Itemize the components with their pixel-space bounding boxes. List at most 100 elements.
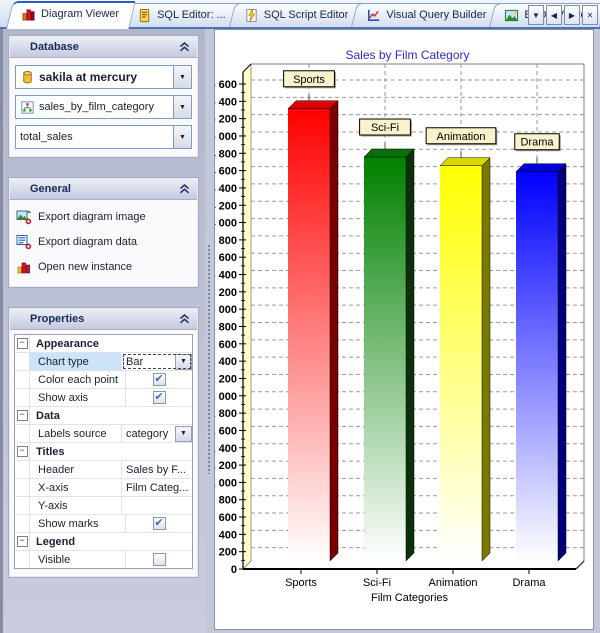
svg-text:600: 600 bbox=[219, 512, 237, 524]
row-gutter bbox=[15, 353, 30, 370]
sidebar-splitter[interactable] bbox=[205, 29, 214, 633]
show-axis-checkbox[interactable] bbox=[153, 391, 166, 404]
show-marks-checkbox[interactable] bbox=[153, 517, 166, 530]
collapse-chevron-icon[interactable] bbox=[179, 184, 190, 194]
collapse-group-icon[interactable]: − bbox=[17, 536, 28, 547]
svg-text:Sports: Sports bbox=[293, 74, 325, 86]
tab-sql-editor[interactable]: SQL Editor: ... bbox=[122, 3, 236, 27]
tab-diagram-viewer[interactable]: Diagram Viewer bbox=[6, 1, 129, 27]
action-label: Open new instance bbox=[38, 261, 132, 273]
value-text: Film Categ... bbox=[126, 482, 192, 494]
collapse-group-icon[interactable]: − bbox=[17, 338, 28, 349]
property-value-show-axis[interactable] bbox=[126, 389, 192, 406]
tab-label: Visual Query Builder bbox=[386, 9, 486, 21]
svg-text:2 600: 2 600 bbox=[215, 339, 237, 351]
svg-text:Animation: Animation bbox=[437, 131, 486, 143]
property-value-y-axis[interactable] bbox=[122, 497, 192, 514]
property-row-labels-source: Labels sourcecategory▼ bbox=[15, 425, 192, 443]
tab-list-dropdown-button[interactable]: ▼ bbox=[528, 5, 544, 25]
svg-text:4 600: 4 600 bbox=[215, 166, 237, 178]
property-value-chart-type[interactable]: Bar▼ bbox=[122, 353, 192, 370]
property-label: Chart type bbox=[30, 353, 122, 370]
dropdown-arrow-icon[interactable]: ▼ bbox=[175, 426, 192, 442]
action-label: Export diagram image bbox=[38, 211, 146, 223]
tab-visual-query-builder[interactable]: Visual Query Builder bbox=[351, 3, 496, 27]
property-row-visible: Visible bbox=[15, 551, 192, 568]
svg-text:5 400: 5 400 bbox=[215, 96, 237, 108]
property-value-x-axis[interactable]: Film Categ... bbox=[122, 479, 192, 496]
value-text: category bbox=[126, 428, 175, 440]
new-instance-icon bbox=[16, 259, 32, 275]
dropdown-arrow-icon[interactable]: ▼ bbox=[173, 96, 191, 118]
color-each-point-checkbox[interactable] bbox=[153, 373, 166, 386]
collapse-group-icon[interactable]: − bbox=[17, 410, 28, 421]
splitter-grip-icon bbox=[207, 244, 212, 474]
tab-sql-script-editor[interactable]: SQL Script Editor bbox=[229, 3, 359, 27]
export-data-icon bbox=[16, 234, 32, 250]
dropdown-arrow-icon[interactable]: ▼ bbox=[173, 126, 191, 148]
action-label: Export diagram data bbox=[38, 236, 137, 248]
svg-text:4 400: 4 400 bbox=[215, 183, 237, 195]
svg-text:4 800: 4 800 bbox=[215, 148, 237, 160]
svg-text:4 200: 4 200 bbox=[215, 200, 237, 212]
properties-panel: Properties −AppearanceChart typeBar▼Colo… bbox=[9, 308, 198, 577]
blob-viewer-icon bbox=[504, 8, 519, 23]
value-text: Bar bbox=[126, 356, 175, 368]
scroll-tabs-right-button[interactable]: ▶ bbox=[564, 5, 580, 25]
svg-text:1 000: 1 000 bbox=[215, 477, 237, 489]
svg-text:1 600: 1 600 bbox=[215, 425, 237, 437]
svg-text:200: 200 bbox=[219, 547, 237, 559]
close-tab-button[interactable]: ✕ bbox=[582, 5, 598, 25]
selector-sakila-at-mercury[interactable]: sakila at mercury▼ bbox=[15, 65, 192, 89]
general-panel-title: General bbox=[30, 183, 71, 195]
svg-text:400: 400 bbox=[219, 529, 237, 541]
dropdown-arrow-icon[interactable]: ▼ bbox=[175, 354, 192, 370]
property-label: Color each point bbox=[30, 371, 126, 388]
property-row-chart-type: Chart typeBar▼ bbox=[15, 353, 192, 371]
view-icon bbox=[20, 100, 35, 115]
visible-checkbox[interactable] bbox=[153, 553, 166, 566]
property-label: Header bbox=[30, 461, 122, 478]
property-group-appearance: −Appearance bbox=[15, 335, 192, 353]
general-panel-header: General bbox=[10, 179, 197, 200]
property-group-legend: −Legend bbox=[15, 533, 192, 551]
export-image-icon bbox=[16, 209, 32, 225]
property-group-data: −Data bbox=[15, 407, 192, 425]
sql-editor-icon bbox=[137, 8, 152, 23]
selector-total-sales[interactable]: total_sales ▼ bbox=[15, 125, 192, 149]
svg-text:1 200: 1 200 bbox=[215, 460, 237, 472]
dropdown-arrow-icon[interactable]: ▼ bbox=[173, 66, 191, 88]
property-value-color-each-point[interactable] bbox=[126, 371, 192, 388]
action-open-new-instance[interactable]: Open new instance bbox=[16, 259, 191, 275]
group-label: Titles bbox=[30, 443, 192, 460]
selector-value: total_sales bbox=[20, 131, 73, 143]
action-export-diagram-data[interactable]: Export diagram data bbox=[16, 234, 191, 250]
property-value-header[interactable]: Sales by F... bbox=[122, 461, 192, 478]
property-value-labels-source[interactable]: category▼ bbox=[122, 425, 192, 442]
scroll-tabs-left-button[interactable]: ◀ bbox=[546, 5, 562, 25]
collapse-group-icon[interactable]: − bbox=[17, 446, 28, 457]
svg-text:Sports: Sports bbox=[285, 577, 317, 589]
selector-sales-by-film-category[interactable]: sales_by_film_category ▼ bbox=[15, 95, 192, 119]
tab-label: SQL Editor: ... bbox=[157, 9, 226, 21]
collapse-chevron-icon[interactable] bbox=[179, 42, 190, 52]
action-export-diagram-image[interactable]: Export diagram image bbox=[16, 209, 191, 225]
database-icon bbox=[20, 70, 35, 85]
row-gutter bbox=[15, 425, 30, 442]
sidebar: Database sakila at mercury▼ sales_by_film… bbox=[0, 29, 205, 633]
collapse-chevron-icon[interactable] bbox=[179, 314, 190, 324]
database-selectors: sakila at mercury▼ sales_by_film_category… bbox=[10, 58, 197, 156]
diagram-icon bbox=[21, 7, 36, 22]
svg-text:3 400: 3 400 bbox=[215, 270, 237, 282]
group-label: Legend bbox=[30, 533, 192, 550]
svg-text:3 000: 3 000 bbox=[215, 304, 237, 316]
database-panel-title: Database bbox=[30, 41, 79, 53]
group-gutter: − bbox=[15, 335, 30, 352]
property-value-visible[interactable] bbox=[126, 551, 192, 568]
svg-text:5 600: 5 600 bbox=[215, 79, 237, 91]
general-panel: General Export diagram image Export diagr… bbox=[9, 178, 198, 287]
property-value-show-marks[interactable] bbox=[126, 515, 192, 532]
svg-text:Drama: Drama bbox=[512, 577, 546, 589]
selector-value: sales_by_film_category bbox=[39, 101, 154, 113]
property-label: Visible bbox=[30, 551, 126, 568]
